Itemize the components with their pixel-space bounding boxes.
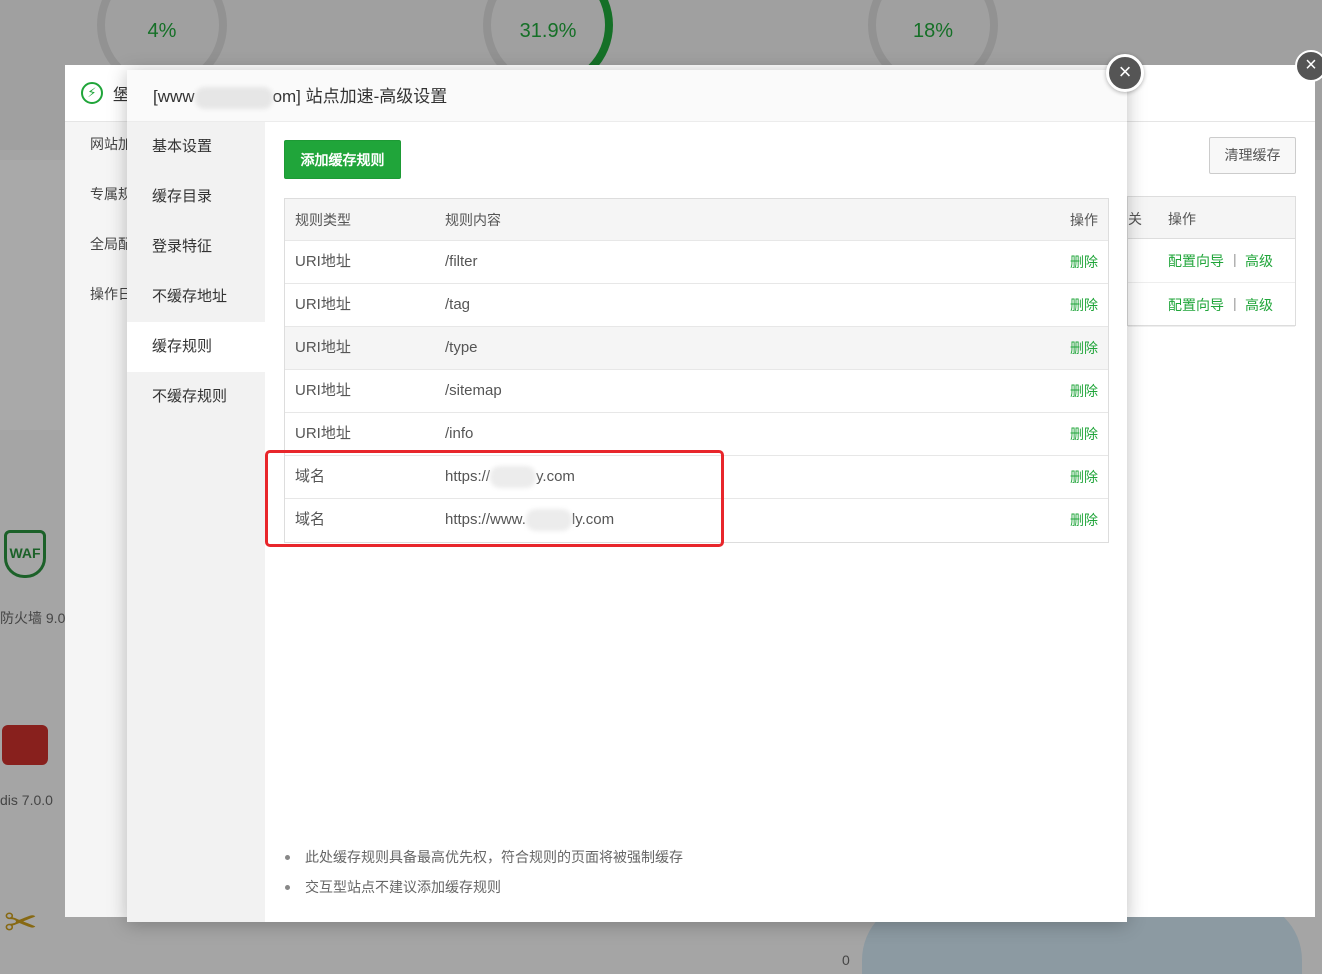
settings-sidebar: 基本设置 缓存目录 登录特征 不缓存地址 缓存规则 不缓存规则 (127, 122, 265, 922)
outer-table-row: 配置向导 | 高级 (1128, 283, 1295, 327)
delete-link[interactable]: 删除 (1070, 327, 1098, 369)
table-header-row: 规则类型 规则内容 操作 (285, 199, 1108, 241)
sidebar-item-no-cache-rules[interactable]: 不缓存规则 (127, 372, 265, 422)
rule-content: /type (445, 339, 478, 356)
rule-content: /tag (445, 296, 471, 313)
rule-content: /filter (445, 253, 478, 270)
sidebar-item-no-cache-address[interactable]: 不缓存地址 (127, 272, 265, 322)
delete-link[interactable]: 删除 (1070, 370, 1098, 412)
rule-type: URI地址 (295, 253, 351, 270)
delete-link[interactable]: 删除 (1070, 241, 1098, 283)
help-note: 此处缓存规则具备最高优先权，符合规则的页面将被强制缓存 (285, 842, 683, 872)
delete-link[interactable]: 删除 (1070, 284, 1098, 326)
add-cache-rule-button[interactable]: 添加缓存规则 (284, 140, 401, 179)
table-row: URI地址 /tag 删除 (285, 284, 1108, 327)
redacted-domain (194, 86, 273, 109)
modal-title: [www om] 站点加速-高级设置 (153, 82, 447, 109)
rule-type: URI地址 (295, 339, 351, 356)
close-icon[interactable]: × (1106, 54, 1144, 92)
link-separator: | (1233, 295, 1237, 311)
outer-header-cell: 操作 (1168, 211, 1196, 227)
modal-header: [www om] 站点加速-高级设置 (127, 70, 1127, 122)
rule-type: URI地址 (295, 425, 351, 442)
config-wizard-link[interactable]: 配置向导 (1168, 251, 1224, 271)
advanced-settings-modal: [www om] 站点加速-高级设置 × 基本设置 缓存目录 登录特征 不缓存地址… (127, 54, 1144, 922)
rule-content: /sitemap (445, 382, 502, 399)
sidebar-item-login-feature[interactable]: 登录特征 (127, 222, 265, 272)
table-row: URI地址 /filter 删除 (285, 241, 1108, 284)
outer-close-icon[interactable]: × (1295, 50, 1322, 82)
help-note: 交互型站点不建议添加缓存规则 (285, 872, 683, 902)
outer-table-header: 关 操作 (1128, 197, 1295, 239)
delete-link[interactable]: 删除 (1070, 499, 1098, 541)
header-rule-content: 规则内容 (445, 212, 501, 228)
table-row: URI地址 /type 删除 (285, 327, 1108, 370)
advanced-link[interactable]: 高级 (1245, 295, 1273, 315)
outer-header-cell: 关 (1128, 211, 1142, 227)
modal-title-prefix: [www (153, 87, 195, 107)
config-wizard-link[interactable]: 配置向导 (1168, 295, 1224, 315)
rule-type: URI地址 (295, 296, 351, 313)
lightning-icon: ⚡ (81, 82, 103, 104)
sidebar-item-cache-directory[interactable]: 缓存目录 (127, 172, 265, 222)
delete-link[interactable]: 删除 (1070, 413, 1098, 455)
rule-type: URI地址 (295, 382, 351, 399)
delete-link[interactable]: 删除 (1070, 456, 1098, 498)
advanced-link[interactable]: 高级 (1245, 251, 1273, 271)
header-rule-type: 规则类型 (295, 212, 351, 228)
highlight-annotation-box (265, 450, 724, 547)
link-separator: | (1233, 251, 1237, 267)
outer-site-table: 关 操作 配置向导 | 高级 配置向导 | 高级 (1127, 196, 1296, 327)
outer-table-row: 配置向导 | 高级 (1128, 239, 1295, 283)
table-row: URI地址 /sitemap 删除 (285, 370, 1108, 413)
header-action: 操作 (1070, 212, 1098, 228)
sidebar-item-cache-rules[interactable]: 缓存规则 (127, 322, 265, 372)
clear-cache-button[interactable]: 清理缓存 (1209, 137, 1296, 174)
help-notes: 此处缓存规则具备最高优先权，符合规则的页面将被强制缓存 交互型站点不建议添加缓存… (285, 842, 683, 902)
modal-title-suffix: om] 站点加速-高级设置 (272, 87, 448, 107)
rule-content: /info (445, 425, 474, 442)
sidebar-item-basic-settings[interactable]: 基本设置 (127, 122, 265, 172)
